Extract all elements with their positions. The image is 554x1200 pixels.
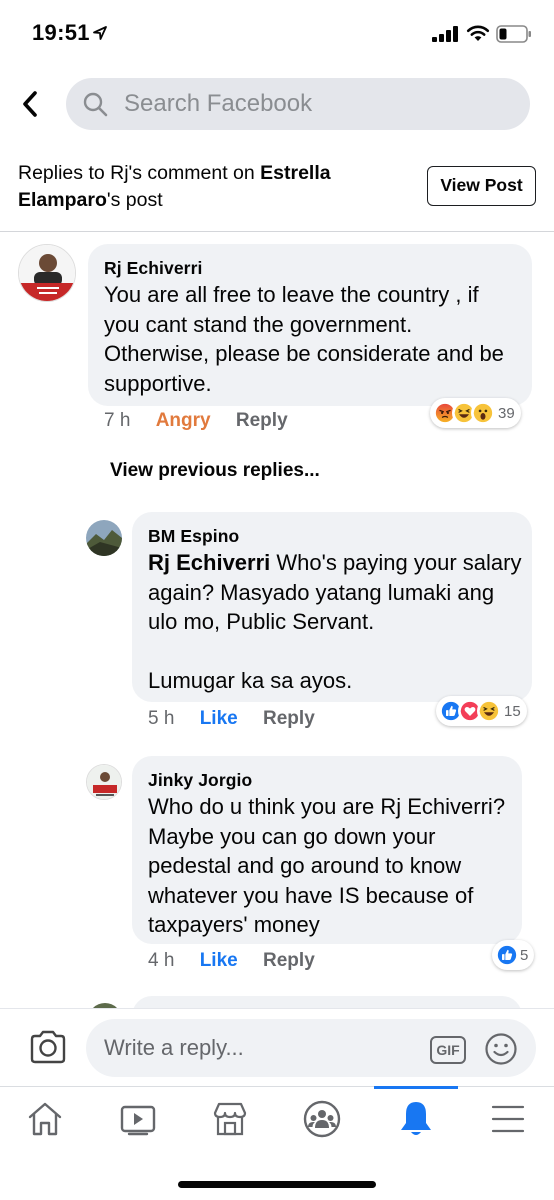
like-button[interactable]: Like [200,950,238,971]
menu-icon [491,1105,525,1133]
marketplace-icon [213,1102,247,1136]
replies-context-text: Replies to Rj's comment on Estrella Elam… [18,160,408,214]
like-icon [495,943,519,967]
comment-text: Who do u think you are Rj Echiverri? May… [148,794,506,937]
comment-text: Rj Echiverri Who's paying your salary ag… [148,548,522,637]
smiley-icon[interactable] [484,1032,518,1066]
status-bar: 19:51 [0,0,554,66]
tab-notifications[interactable] [386,1097,446,1141]
reply-input[interactable] [104,1019,424,1077]
back-button[interactable] [14,86,46,122]
reply-field[interactable]: GIF [86,1019,536,1077]
comment-bubble[interactable]: BM Espino Rj Echiverri Who's paying your… [132,512,532,702]
gif-button[interactable]: GIF [430,1036,466,1064]
avatar-image [19,245,75,301]
avatar-image [87,765,121,799]
camera-icon[interactable] [28,1029,68,1065]
search-input[interactable] [124,78,514,130]
tab-groups[interactable] [292,1097,352,1141]
tab-home[interactable] [15,1097,75,1141]
reply-button[interactable]: Reply [263,950,315,971]
comment-author[interactable]: Jinky Jorgio [148,770,252,791]
bottom-tab-bar [0,1086,554,1200]
comment-text: Lumugar ka sa ayos. [148,668,353,693]
like-button[interactable]: Like [200,708,238,729]
comment-actions: 4 h Like Reply [148,950,335,972]
location-arrow-icon [93,26,107,40]
avatar[interactable] [86,520,122,556]
comment-bubble[interactable]: Jinky Jorgio Who do u think you are Rj E… [132,756,522,944]
haha-icon [477,699,501,723]
reaction-summary[interactable]: 15 [436,696,527,726]
comment-actions: 7 h Angry Reply [104,410,308,432]
avatar-image [86,520,122,556]
signal-icon [432,26,458,42]
angry-reaction-button[interactable]: Angry [156,410,211,431]
home-indicator [178,1181,376,1188]
tab-marketplace[interactable] [200,1097,260,1141]
search-bar[interactable] [66,78,530,130]
bell-icon [401,1102,431,1135]
tab-watch[interactable] [108,1097,168,1141]
chevron-left-icon [23,91,37,117]
search-icon [83,92,108,117]
mention-link[interactable]: Rj Echiverri [148,550,270,575]
context-prefix: Replies to Rj's comment on [18,162,261,184]
replies-context-bar: Replies to Rj's comment on Estrella Elam… [0,146,554,232]
wow-icon [471,401,495,425]
comment-time: 7 h [104,410,131,431]
search-header [0,66,554,144]
view-post-button[interactable]: View Post [427,166,536,206]
comment-time: 4 h [148,950,175,971]
reply-composer: GIF [0,1008,554,1086]
comment-actions: 5 h Like Reply [148,708,335,730]
context-suffix: 's post [106,189,163,211]
reaction-count: 5 [520,946,529,964]
comment-time: 5 h [148,708,175,729]
view-previous-replies-link[interactable]: View previous replies... [110,460,320,482]
avatar[interactable] [86,764,122,800]
battery-icon [496,25,531,43]
video-icon [120,1105,156,1136]
reaction-summary[interactable]: 39 [430,398,521,428]
avatar[interactable] [18,244,76,302]
comment-author[interactable]: Rj Echiverri [104,258,202,279]
reaction-count: 15 [504,702,521,720]
tab-menu[interactable] [478,1097,538,1141]
groups-icon [303,1100,341,1138]
reply-button[interactable]: Reply [263,708,315,729]
comment-bubble[interactable]: Rj Echiverri You are all free to leave t… [88,244,532,406]
active-tab-indicator [374,1086,458,1089]
comment-author[interactable]: BM Espino [148,526,239,547]
reply-button[interactable]: Reply [236,410,288,431]
reaction-count: 39 [498,404,515,422]
comment-text: You are all free to leave the country , … [104,282,504,396]
reaction-summary[interactable]: 5 [492,940,535,970]
status-time: 19:51 [32,20,90,45]
wifi-icon [466,25,490,41]
home-icon [28,1102,62,1136]
